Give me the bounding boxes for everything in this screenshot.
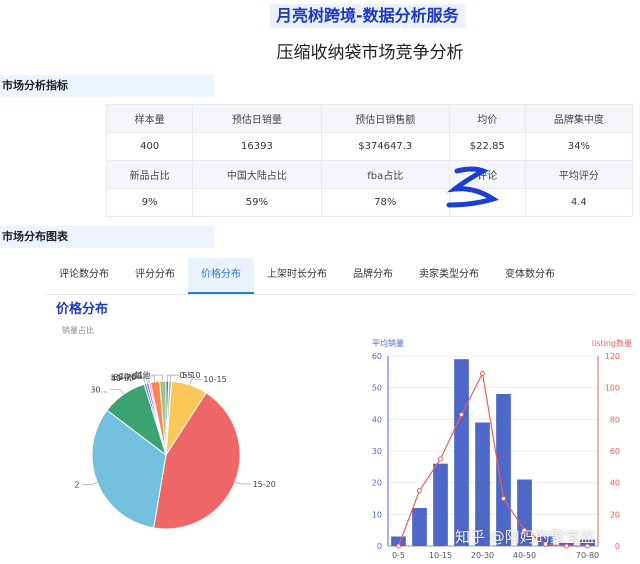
left-tick-label: 50 xyxy=(372,384,382,393)
watermark: 知乎 @阳妈的聚宝盆 xyxy=(455,528,595,546)
bar xyxy=(454,359,469,546)
pie-label-line xyxy=(234,481,251,485)
chart-tabs: 评论数分布 评分分布 价格分布 上架时长分布 品牌分布 卖家类型分布 变体数分布 xyxy=(46,258,636,295)
right-axis-label: listing数量 xyxy=(592,338,632,348)
metric-label: 样本量 xyxy=(105,104,194,133)
metric-label: fba占比 xyxy=(320,160,450,189)
tab-seller-type[interactable]: 卖家类型分布 xyxy=(406,258,492,294)
tab-variant-count[interactable]: 变体数分布 xyxy=(492,258,568,294)
left-axis-label: 平均销量 xyxy=(372,338,404,348)
line-point xyxy=(501,496,506,501)
metric-label: 平均评分 xyxy=(524,160,634,189)
section-charts-title: 市场分布图表 xyxy=(0,226,214,248)
pie-slice-label: 10-15 xyxy=(203,375,226,384)
line-point xyxy=(438,456,443,462)
pie-slice-label: 5-10 xyxy=(182,371,200,380)
right-tick-label: 40 xyxy=(610,479,620,488)
left-tick-label: 40 xyxy=(372,415,382,424)
right-tick-label: 100 xyxy=(605,384,620,393)
tab-rating[interactable]: 评分分布 xyxy=(122,258,188,294)
metrics-table: 样本量 预估日销量 预估日销售额 均价 品牌集中度 400 16393 $374… xyxy=(105,104,634,217)
pie-label-line xyxy=(167,374,178,382)
section-metrics-title: 市场分析指标 xyxy=(0,75,214,97)
right-tick-label: 120 xyxy=(605,352,620,361)
line-point xyxy=(417,488,422,494)
line-point xyxy=(396,543,401,549)
metrics-row-values-1: 400 16393 $374647.3 $22.85 34% xyxy=(105,132,634,161)
metric-label: 预估日销售额 xyxy=(320,104,450,133)
series-line xyxy=(397,371,588,547)
metrics-row-labels-2: 新品占比 中国大陆占比 fba占比 评论 平均评分 xyxy=(105,160,634,189)
x-tick-label: 70-80 xyxy=(576,551,599,560)
bar xyxy=(412,508,427,546)
x-tick-label: 0-5 xyxy=(392,551,405,560)
metric-value: 9% xyxy=(105,188,194,217)
right-tick-label: 80 xyxy=(610,415,620,424)
pie-slice-label: 其他 xyxy=(135,370,151,380)
metric-label: 新品占比 xyxy=(105,160,194,189)
metrics-row-values-2: 9% 59% 78% 4.4 xyxy=(105,188,634,217)
line-point xyxy=(480,370,485,376)
pie-label-line xyxy=(81,481,98,485)
redaction-scribble xyxy=(446,166,499,208)
x-tick-label: 20-30 xyxy=(471,551,494,560)
pie-slice-label: 30... xyxy=(90,385,108,394)
right-tick-label: 0 xyxy=(615,542,620,551)
metric-value: 16393 xyxy=(192,132,322,161)
brand-banner: 月亮树跨境-数据分析服务 xyxy=(270,4,465,28)
left-tick-label: 30 xyxy=(372,447,382,456)
tab-brand[interactable]: 品牌分布 xyxy=(340,258,406,294)
left-tick-label: 60 xyxy=(372,352,382,361)
metric-value: 400 xyxy=(105,132,194,161)
pie-chart: 0-55-10 10-1515-20230...40-...50-6060-707… xyxy=(75,370,276,530)
metric-value: $374647.3 xyxy=(320,132,450,161)
right-tick-label: 60 xyxy=(610,447,620,456)
metric-label: 均价 xyxy=(448,104,526,133)
left-tick-label: 0 xyxy=(377,542,382,551)
pie-label-line xyxy=(110,389,124,395)
pie-slice-label: 2 xyxy=(75,480,80,489)
metrics-row-labels-1: 样本量 预估日销量 预估日销售额 均价 品牌集中度 xyxy=(105,104,634,133)
line-point xyxy=(459,412,464,418)
pie-slice-label: 15-20 xyxy=(253,480,276,489)
metric-value: 34% xyxy=(524,132,634,161)
right-tick-label: 20 xyxy=(610,510,620,519)
chart-section-title: 价格分布 xyxy=(56,302,109,317)
page-title: 压缩收纳袋市场竞争分析 xyxy=(276,43,464,63)
x-tick-label: 10-15 xyxy=(429,551,452,560)
metric-value: 4.4 xyxy=(524,188,634,217)
tab-review-count[interactable]: 评论数分布 xyxy=(46,258,122,294)
metric-label: 预估日销量 xyxy=(192,104,322,133)
metric-value: $22.85 xyxy=(448,132,526,161)
tab-price[interactable]: 价格分布 xyxy=(188,258,254,294)
x-tick-label: 40-50 xyxy=(513,551,536,560)
left-tick-label: 10 xyxy=(372,510,382,519)
metric-label: 品牌集中度 xyxy=(524,104,634,133)
metric-value: 78% xyxy=(320,188,450,217)
metric-label: 中国大陆占比 xyxy=(192,160,322,189)
bar xyxy=(433,463,448,546)
metric-value: 59% xyxy=(192,188,322,217)
tab-listing-age[interactable]: 上架时长分布 xyxy=(254,258,340,294)
left-tick-label: 20 xyxy=(372,479,382,488)
